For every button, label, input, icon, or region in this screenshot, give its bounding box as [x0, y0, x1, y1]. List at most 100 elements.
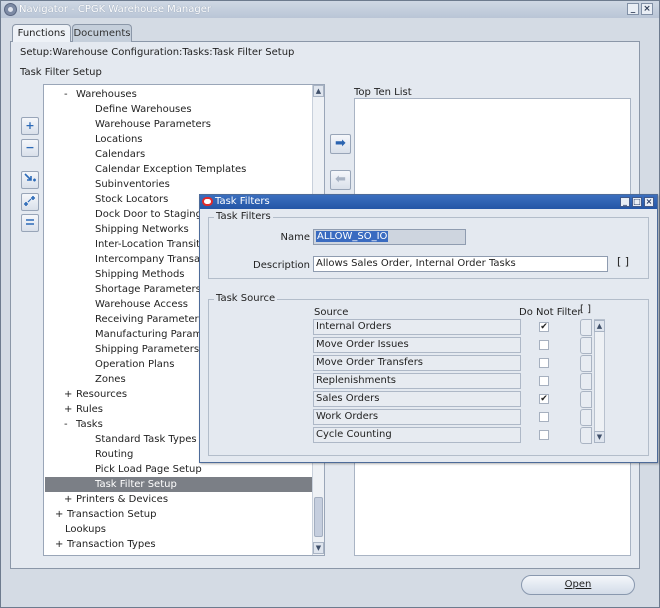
tree-item[interactable]: - Tasks: [64, 417, 103, 432]
expand-all-icon: [24, 196, 35, 206]
do-not-filter-checkbox[interactable]: [539, 340, 549, 350]
row-selector[interactable]: [580, 409, 592, 426]
tree-item[interactable]: Receiving Parameters: [85, 312, 204, 327]
tree-item[interactable]: Calendar Exception Templates: [85, 162, 246, 177]
tree-item[interactable]: Define Warehouses: [85, 102, 192, 117]
tree-item-label: Tasks: [76, 419, 103, 430]
source-row[interactable]: Internal Orders: [313, 319, 521, 335]
source-row[interactable]: Sales Orders: [313, 391, 521, 407]
tree-item[interactable]: - Warehouses: [64, 87, 137, 102]
tree-item[interactable]: + Transaction Setup: [55, 507, 157, 522]
tab-documents[interactable]: Documents: [72, 24, 132, 42]
dialog-title: Task Filters: [215, 196, 270, 207]
source-row[interactable]: Work Orders: [313, 409, 521, 425]
source-row[interactable]: Move Order Issues: [313, 337, 521, 353]
tab-functions[interactable]: Functions: [12, 24, 71, 42]
remove-from-top-ten-button[interactable]: ⬅: [330, 170, 351, 190]
tree-item[interactable]: Warehouse Access: [85, 297, 188, 312]
expand-node-icon[interactable]: +: [64, 402, 74, 417]
dialog-minimize-button[interactable]: _: [620, 197, 630, 207]
source-row[interactable]: Cycle Counting: [313, 427, 521, 443]
section-title: Task Filter Setup: [20, 67, 102, 78]
tree-item[interactable]: Operation Plans: [85, 357, 174, 372]
tree-item[interactable]: Calendars: [85, 147, 145, 162]
dialog-close-button[interactable]: ×: [644, 197, 654, 207]
source-row[interactable]: Move Order Transfers: [313, 355, 521, 371]
do-not-filter-checkbox[interactable]: [539, 358, 549, 368]
tree-item[interactable]: Warehouse Parameters: [85, 117, 211, 132]
expand-node-icon[interactable]: +: [55, 507, 65, 522]
collapse-node-icon[interactable]: -: [64, 417, 74, 432]
tree-item[interactable]: Shipping Methods: [85, 267, 185, 282]
row-selector[interactable]: [580, 319, 592, 336]
tree-item-label: Printers & Devices: [76, 494, 169, 505]
expand-branch-button[interactable]: [21, 171, 39, 189]
tree-item[interactable]: + Resources: [64, 387, 127, 402]
name-field[interactable]: ALLOW_SO_IO: [313, 229, 466, 245]
row-selector[interactable]: [580, 373, 592, 390]
row-selector[interactable]: [580, 427, 592, 444]
collapse-all-button[interactable]: [21, 214, 39, 232]
arrow-right-icon: ➡: [335, 136, 346, 151]
do-not-filter-checkbox[interactable]: [539, 412, 549, 422]
tree-item[interactable]: + Transaction Types: [55, 537, 156, 552]
do-not-filter-checkbox[interactable]: ✔: [539, 322, 549, 332]
scroll-up-icon[interactable]: ▲: [313, 85, 324, 97]
collapse-node-icon[interactable]: -: [64, 87, 74, 102]
do-not-filter-checkbox[interactable]: [539, 376, 549, 386]
tree-item-label: Receiving Parameters: [95, 314, 204, 325]
tree-item[interactable]: Stock Locators: [85, 192, 168, 207]
source-scroll-up-icon[interactable]: ▲: [594, 320, 605, 332]
tree-item[interactable]: Routing: [85, 447, 133, 462]
close-button[interactable]: ×: [641, 3, 653, 15]
tree-item[interactable]: Pick Load Page Setup: [85, 462, 202, 477]
tree-item[interactable]: Subinventories: [85, 177, 170, 192]
tree-item[interactable]: Lookups: [55, 522, 106, 537]
tree-item[interactable]: Zones: [85, 372, 126, 387]
open-button[interactable]: Open: [521, 575, 635, 595]
tree-item[interactable]: Locations: [85, 132, 143, 147]
tree-item[interactable]: Shortage Parameters: [85, 282, 201, 297]
scroll-thumb[interactable]: [314, 497, 323, 537]
oracle-logo-icon: [202, 197, 213, 206]
description-field[interactable]: Allows Sales Order, Internal Order Tasks: [313, 256, 608, 272]
do-not-filter-checkbox[interactable]: [539, 430, 549, 440]
tree-item-label: Pick Load Page Setup: [95, 464, 202, 475]
expand-node-icon[interactable]: +: [64, 387, 74, 402]
row-selector[interactable]: [580, 355, 592, 372]
minimize-button[interactable]: _: [627, 3, 639, 15]
task-filters-dialog: Task Filters _ □ × Task Filters Name ALL…: [199, 194, 658, 463]
expand-all-button[interactable]: [21, 193, 39, 211]
source-scroll-down-icon[interactable]: ▼: [594, 431, 605, 443]
do-not-filter-checkbox[interactable]: ✔: [539, 394, 549, 404]
tree-item-label: Zones: [95, 374, 126, 385]
tree-item[interactable]: Shipping Networks: [85, 222, 189, 237]
dialog-title-bar[interactable]: Task Filters: [200, 195, 657, 209]
tree-item-label: Locations: [95, 134, 143, 145]
tree-item-label: Stock Locators: [95, 194, 169, 205]
tree-item[interactable]: + Printers & Devices: [64, 492, 168, 507]
source-row[interactable]: Replenishments: [313, 373, 521, 389]
tree-item-label: Define Warehouses: [95, 104, 192, 115]
source-scrollbar[interactable]: ▲ ▼: [594, 319, 605, 443]
tree-item[interactable]: Task Filter Setup: [45, 477, 312, 492]
tree-item-label: Shipping Parameters: [95, 344, 200, 355]
flexfield-bracket[interactable]: [ ]: [617, 255, 629, 268]
scroll-down-icon[interactable]: ▼: [313, 542, 324, 554]
dialog-maximize-button[interactable]: □: [632, 197, 642, 207]
expand-node-icon[interactable]: +: [64, 492, 74, 507]
window-title-bar[interactable]: Navigator - CPGK Warehouse Manager: [1, 1, 659, 18]
tree-item-label: Shipping Networks: [95, 224, 189, 235]
collapse-button[interactable]: −: [21, 139, 39, 157]
window-title: Navigator - CPGK Warehouse Manager: [19, 4, 211, 15]
row-selector[interactable]: [580, 337, 592, 354]
tree-item[interactable]: Standard Task Types: [85, 432, 197, 447]
expand-button[interactable]: +: [21, 117, 39, 135]
expand-branch-icon: [24, 173, 36, 182]
tree-item[interactable]: + Rules: [64, 402, 103, 417]
row-selector[interactable]: [580, 391, 592, 408]
expand-node-icon[interactable]: +: [55, 537, 65, 552]
name-value: ALLOW_SO_IO: [316, 231, 389, 242]
add-to-top-ten-button[interactable]: ➡: [330, 134, 351, 154]
tree-item[interactable]: Shipping Parameters: [85, 342, 199, 357]
